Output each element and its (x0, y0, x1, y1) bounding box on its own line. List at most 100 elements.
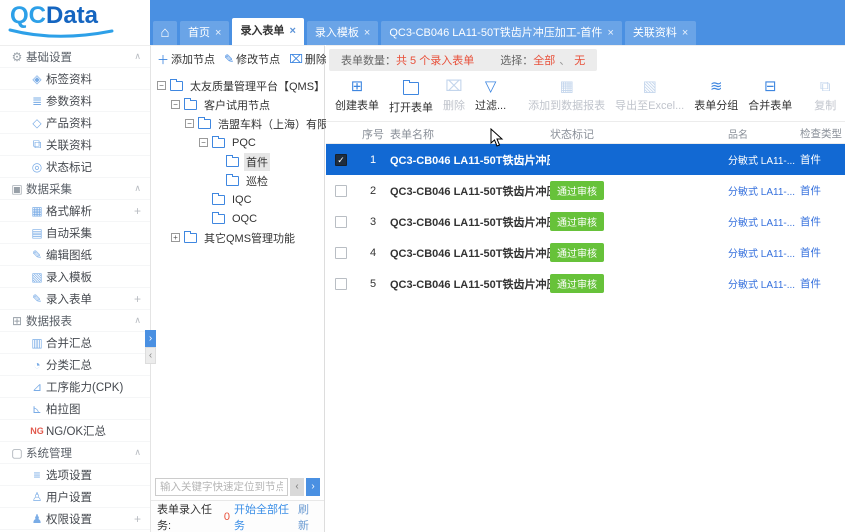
table-row[interactable]: ✓ 1 QC3-CB046 LA11-50T铁齿片冲压加工-首... 分敏式 L… (326, 144, 845, 175)
expand-plus-icon[interactable]: + (134, 512, 141, 526)
delete-form-button[interactable]: ⌧ 删除 (438, 77, 470, 115)
search-prev-button[interactable]: ‹ (290, 478, 304, 496)
add-to-report-button[interactable]: ▦ 添加到数据报表 (523, 77, 610, 115)
node-tree-panel: ＋ 添加节点 ✎ 修改节点 ⌧ 删除节点 − 太友质量管理平台【QMS】 − 客… (150, 45, 325, 532)
folder-icon (212, 214, 225, 224)
sidebar-group-data-report[interactable]: ⊞ 数据报表 ∧ (0, 310, 150, 332)
merge-form-icon: ⊟ (764, 79, 777, 95)
home-icon[interactable]: ⌂ (153, 21, 177, 45)
tab-entry-form[interactable]: 录入表单 × (232, 18, 303, 45)
sidebar-item-user-settings[interactable]: ♙ 用户设置 (0, 486, 150, 508)
open-form-button[interactable]: 打开表单 (384, 77, 438, 117)
tab-homepage[interactable]: 首页 × (180, 21, 229, 45)
edit-node-button[interactable]: ✎ 修改节点 (224, 51, 280, 67)
sidebar-item-ngok-summary[interactable]: NG NG/OK汇总 (0, 420, 150, 442)
table-row[interactable]: 5 QC3-CB046 LA11-50T铁齿片冲压加工-首... 通过审核 分敏… (326, 268, 845, 299)
add-node-button[interactable]: ＋ 添加节点 (157, 51, 215, 68)
pareto-chart-icon: ⊾ (28, 402, 46, 416)
folder-icon (212, 195, 225, 205)
tab-qc3-form[interactable]: QC3-CB046 LA11-50T铁齿片冲压加工-首件 × (381, 21, 622, 45)
tree-node-pqc[interactable]: − PQC (153, 133, 322, 152)
merge-form-button[interactable]: ⊟ 合并表单 (743, 77, 797, 115)
close-icon[interactable]: × (364, 21, 370, 45)
select-all-link[interactable]: 全部 (533, 55, 555, 67)
ng-icon: NG (28, 426, 46, 436)
tree-node-patrol-check[interactable]: 巡检 (153, 171, 322, 190)
tree-node-root[interactable]: − 太友质量管理平台【QMS】 (153, 76, 322, 95)
sidebar-item-auto-collect[interactable]: ▤ 自动采集 (0, 222, 150, 244)
search-next-button[interactable]: › (306, 478, 320, 496)
expand-plus-icon[interactable]: + (134, 292, 141, 306)
collapse-minus-icon[interactable]: − (171, 100, 180, 109)
sidebar-group-system[interactable]: ▢ 系统管理 ∧ (0, 442, 150, 464)
filter-button[interactable]: ▽ 过滤... (470, 77, 511, 115)
collection-icon: ▣ (8, 182, 26, 196)
row-checkbox[interactable] (335, 185, 347, 197)
tab-related-data[interactable]: 关联资料 × (625, 21, 696, 45)
tree-node-customer-trial[interactable]: − 客户试用节点 (153, 95, 322, 114)
form-group-button[interactable]: ≋ 表单分组 (689, 77, 743, 115)
layers-icon: ≋ (710, 79, 723, 95)
collapse-minus-icon[interactable]: − (157, 81, 166, 90)
collapse-minus-icon[interactable]: − (199, 138, 208, 147)
create-form-button[interactable]: ⊞ 创建表单 (330, 77, 384, 115)
close-icon[interactable]: × (215, 21, 221, 45)
close-icon[interactable]: × (289, 18, 295, 45)
collapse-minus-icon[interactable]: − (185, 119, 194, 128)
link-icon: ⧉ (28, 137, 46, 152)
tab-entry-template[interactable]: 录入模板 × (307, 21, 378, 45)
collapse-right-icon[interactable]: › (145, 330, 156, 347)
folder-icon (198, 119, 211, 129)
sidebar-item-status-mark[interactable]: ◎ 状态标记 (0, 156, 150, 178)
sidebar-group-data-collection[interactable]: ▣ 数据采集 ∧ (0, 178, 150, 200)
expand-plus-icon[interactable]: + (171, 233, 180, 242)
tree-node-oqc[interactable]: OQC (153, 209, 322, 228)
sidebar-item-entry-template[interactable]: ▧ 录入模板 (0, 266, 150, 288)
node-search-input[interactable] (155, 478, 288, 496)
refresh-link[interactable]: 刷新 (298, 501, 318, 532)
select-none-link[interactable]: 无 (574, 55, 585, 67)
top-header: ⌂ 首页 × 录入表单 × 录入模板 × QC3-CB046 LA11-50T铁… (150, 0, 845, 45)
start-all-tasks-link[interactable]: 开始全部任务 (234, 501, 294, 532)
row-checkbox[interactable] (335, 278, 347, 290)
table-row[interactable]: 4 QC3-CB046 LA11-50T铁齿片冲压加工-首... 通过审核 分敏… (326, 237, 845, 268)
sidebar-item-entry-form[interactable]: ✎ 录入表单 + (0, 288, 150, 310)
tree-node-company[interactable]: − 浩盟车料（上海）有限公司 (153, 114, 322, 133)
sidebar-item-related-data[interactable]: ⧉ 关联资料 (0, 134, 150, 156)
cut-button[interactable]: ✂ 剪切 (841, 77, 845, 115)
row-checkbox[interactable] (335, 247, 347, 259)
trash-icon: ⌧ (289, 52, 303, 66)
export-excel-button[interactable]: ▧ 导出至Excel... (610, 77, 689, 115)
sidebar-item-parameter-data[interactable]: ≣ 参数资料 (0, 90, 150, 112)
pie-chart-icon: ◔ (28, 358, 46, 372)
row-checkbox[interactable] (335, 216, 347, 228)
sidebar-item-cpk[interactable]: ⊿ 工序能力(CPK) (0, 376, 150, 398)
close-icon[interactable]: × (607, 21, 613, 45)
task-count: 0 (224, 511, 230, 523)
tree-node-first-piece[interactable]: 首件 (153, 152, 322, 171)
sidebar-item-format-parse[interactable]: ▦ 格式解析 + (0, 200, 150, 222)
copy-button[interactable]: ⧉ 复制 (809, 77, 841, 115)
sidebar-item-label-data[interactable]: ◈ 标签资料 (0, 68, 150, 90)
tree-node-other-qms[interactable]: + 其它QMS管理功能 (153, 228, 322, 247)
table-row[interactable]: 3 QC3-CB046 LA11-50T铁齿片冲压加工-首... 通过审核 分敏… (326, 206, 845, 237)
row-checkbox[interactable]: ✓ (335, 154, 347, 166)
sliders-icon: ≣ (28, 94, 46, 108)
sidebar-item-merge-summary[interactable]: ▥ 合并汇总 (0, 332, 150, 354)
sidebar-item-pareto[interactable]: ⊾ 柏拉图 (0, 398, 150, 420)
collapse-left-icon[interactable]: ‹ (145, 347, 156, 364)
sidebar-item-class-summary[interactable]: ◔ 分类汇总 (0, 354, 150, 376)
folder-icon (226, 157, 239, 167)
table-row[interactable]: 2 QC3-CB046 LA11-50T铁齿片冲压加工-首... 通过审核 分敏… (326, 175, 845, 206)
tree-node-iqc[interactable]: IQC (153, 190, 322, 209)
expand-plus-icon[interactable]: + (134, 204, 141, 218)
open-folder-icon (403, 82, 419, 95)
user-icon: ♙ (28, 490, 46, 504)
close-icon[interactable]: × (682, 21, 688, 45)
sidebar-item-edit-drawing[interactable]: ✎ 编辑图纸 (0, 244, 150, 266)
target-icon: ◎ (28, 160, 46, 174)
sidebar-item-option-settings[interactable]: ≡ 选项设置 (0, 464, 150, 486)
sidebar-group-basic-settings[interactable]: ⚙ 基础设置 ∧ (0, 46, 150, 68)
sidebar-item-product-data[interactable]: ◇ 产品资料 (0, 112, 150, 134)
sidebar-item-permission-settings[interactable]: ♟ 权限设置 + (0, 508, 150, 530)
